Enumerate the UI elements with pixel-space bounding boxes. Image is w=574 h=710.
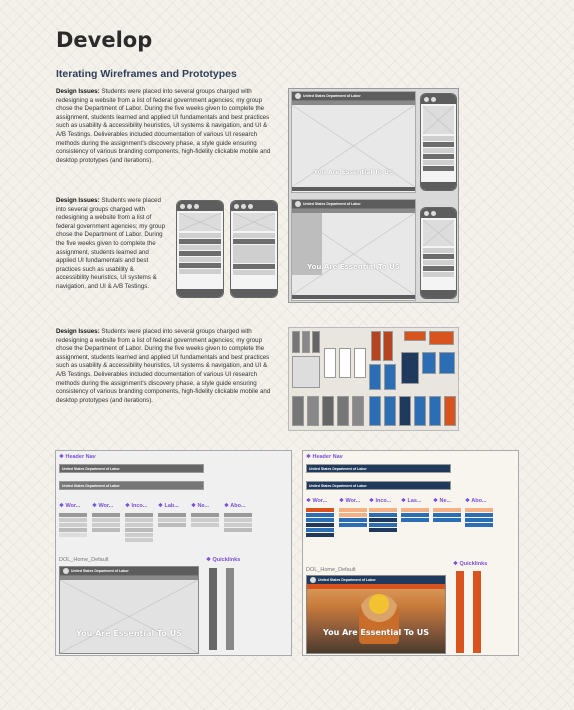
description-text: Students were placed into several groups…	[56, 88, 271, 164]
page-title: Develop	[56, 28, 153, 52]
site-name: United States Department of Labor	[303, 202, 361, 206]
quicklinks-bar	[209, 568, 217, 650]
prototype-iterations-board	[288, 327, 459, 431]
hero-text: You Are Essential To US	[76, 629, 182, 638]
column-label: ❖ Abo...	[224, 503, 246, 509]
mobile-wireframe-home	[420, 93, 457, 191]
seal-icon	[295, 201, 301, 207]
description-label: Design Issues:	[56, 197, 100, 204]
dropdown-component	[125, 513, 153, 543]
hero-text: You Are Essential To US	[307, 263, 400, 271]
dropdown-component	[59, 513, 87, 538]
hero-text: You Are Essential To US	[313, 169, 394, 176]
column-label: ❖ Wor...	[306, 498, 328, 504]
column-label: ❖ Wor...	[59, 503, 81, 509]
home-mockup: United States Department of Labor You Ar…	[306, 575, 446, 654]
column-label: ❖ Inco...	[125, 503, 148, 509]
mobile-wireframe-menu-open	[176, 200, 224, 298]
column-label: ❖ Abo...	[465, 498, 487, 504]
dropdown-component	[401, 508, 429, 523]
column-label: ❖ Wor...	[92, 503, 114, 509]
column-label: ❖ Wor...	[339, 498, 361, 504]
quicklinks-bar	[473, 571, 481, 653]
quicklinks-bar	[456, 571, 464, 653]
home-wireframe: United States Department of Labor You Ar…	[59, 566, 199, 654]
description-block-1: Design Issues: Students were placed into…	[56, 88, 278, 165]
home-frame-label: DOL_Home_Default	[306, 567, 356, 573]
quicklinks-label: ❖ Quicklinks	[453, 561, 488, 567]
description-text: Students were placed into several groups…	[56, 197, 166, 290]
dropdown-component	[306, 508, 334, 538]
mobile-wireframe-home-2	[420, 207, 457, 299]
mobile-wireframe-menu-expanded	[230, 200, 278, 298]
site-name: United States Department of Labor	[303, 94, 361, 98]
seal-icon	[295, 93, 301, 99]
hero-placeholder: You Are Essential To US	[292, 105, 415, 187]
header-nav-component: United States Department of Labor	[306, 464, 451, 473]
column-label: ❖ Inco...	[369, 498, 392, 504]
header-nav-component: United States Department of Labor	[59, 481, 204, 490]
dropdown-component	[339, 508, 367, 528]
dropdown-component	[433, 508, 461, 523]
dropdown-component	[92, 513, 120, 533]
header-nav-label: ❖ Header Nav	[59, 454, 96, 460]
column-label: ❖ Ne...	[191, 503, 210, 509]
home-frame-label: DOL_Home_Default	[59, 557, 109, 563]
quicklinks-label: ❖ Quicklinks	[206, 557, 241, 563]
column-label: ❖ Las...	[401, 498, 422, 504]
dropdown-component	[191, 513, 219, 528]
column-label: ❖ Ne...	[433, 498, 452, 504]
quicklinks-bar	[226, 568, 234, 650]
description-label: Design Issues:	[56, 328, 100, 335]
hero-text: You Are Essential To US	[323, 628, 429, 637]
description-label: Design Issues:	[56, 88, 100, 95]
description-block-2: Design Issues: Students were placed into…	[56, 197, 167, 292]
column-label: ❖ Lab...	[158, 503, 179, 509]
section-heading: Iterating Wireframes and Prototypes	[56, 68, 237, 80]
dropdown-component	[369, 508, 397, 533]
description-block-3: Design Issues: Students were placed into…	[56, 328, 278, 405]
description-text: Students were placed into several groups…	[56, 328, 271, 404]
header-nav-label: ❖ Header Nav	[306, 454, 343, 460]
dropdown-component	[158, 513, 186, 528]
desktop-wireframe-panel: United States Department of Labor You Ar…	[288, 88, 459, 303]
hero-placeholder: You Are Essential To US	[292, 213, 415, 295]
header-nav-component: United States Department of Labor	[59, 464, 204, 473]
dropdown-component	[224, 513, 252, 533]
color-style-guide: ❖ Header Nav United States Department of…	[302, 450, 519, 656]
dropdown-component	[465, 508, 493, 528]
header-nav-component: United States Department of Labor	[306, 481, 451, 490]
grayscale-style-guide: ❖ Header Nav United States Department of…	[55, 450, 292, 656]
